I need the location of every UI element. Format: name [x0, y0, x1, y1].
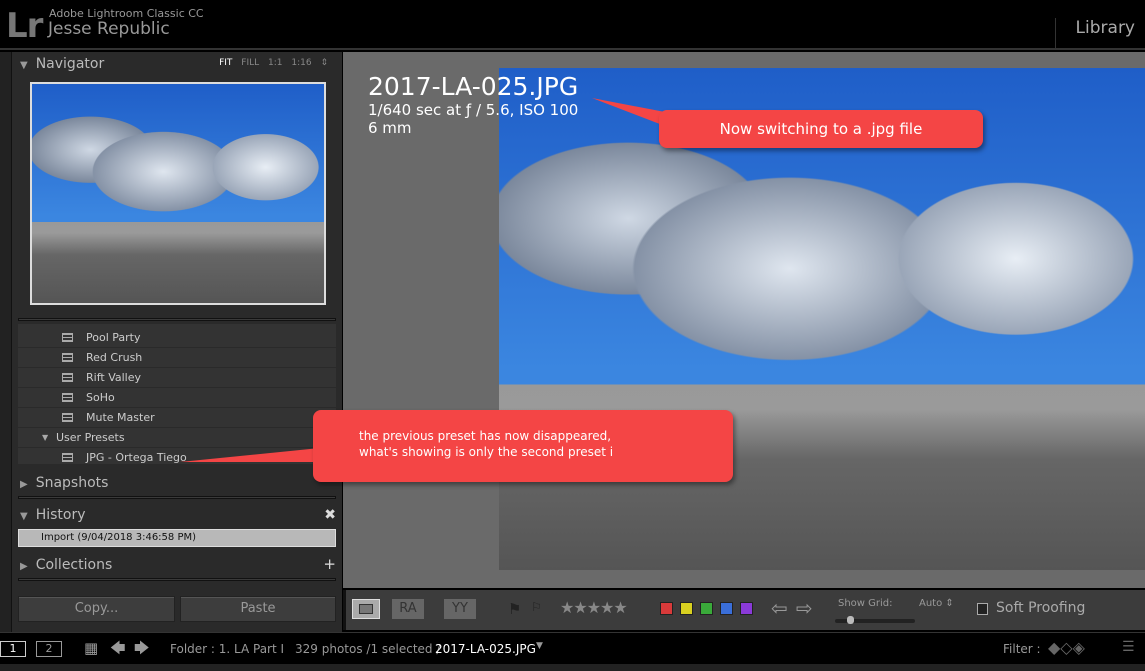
history-item[interactable]: Import (9/04/2018 3:46:58 PM)	[18, 529, 336, 547]
annotation-callout-1: Now switching to a .jpg file	[659, 110, 983, 148]
reject-flag-icon[interactable]: ⚐	[531, 600, 542, 614]
snapshots-title: Snapshots	[35, 475, 109, 491]
preset-label: JPG - Ortega Tiego	[86, 451, 187, 464]
filmstrip-bar: 1 2 ▦ 🡄 🡆 Folder : 1. LA Part I 329 phot…	[0, 632, 1145, 664]
preset-label: SoHo	[86, 391, 115, 404]
collections-title: Collections	[35, 557, 113, 573]
left-panel: ▼ Navigator FIT FILL 1:1 1:16 ⇕ Pool Part…	[12, 52, 342, 632]
color-label-purple[interactable]	[740, 602, 753, 615]
filter-flag-icons[interactable]: ◆◇◈	[1048, 638, 1085, 657]
soft-proofing-checkbox[interactable]	[977, 603, 988, 615]
survey-view-button[interactable]: YY	[444, 599, 476, 619]
preset-folder[interactable]: ▼ User Presets	[18, 428, 336, 448]
next-arrow-icon[interactable]: ⇨	[796, 596, 813, 620]
divider	[18, 578, 336, 581]
divider	[18, 318, 336, 321]
filter-label: Filter :	[1003, 642, 1041, 656]
toolbar: RA YY ⚑ ⚐ ★★★★★ ⇦ ⇨ Show Grid: Auto ⇕ So…	[343, 590, 1145, 630]
annotation-callout-2: the previous preset has now disappeared,…	[313, 410, 733, 482]
grid-view-icon[interactable]: ▦	[84, 639, 98, 657]
star-rating[interactable]: ★★★★★	[560, 598, 628, 617]
history-title: History	[35, 507, 86, 523]
navigator-title: Navigator	[35, 56, 105, 72]
collapse-triangle-icon: ▼	[20, 511, 28, 522]
left-panel-scrollbar[interactable]	[0, 52, 12, 632]
module-library[interactable]: Library	[1054, 18, 1135, 48]
snapshots-header[interactable]: ▶ Snapshots	[20, 475, 108, 491]
filter-settings-icon[interactable]: ☰	[1122, 639, 1135, 655]
previous-arrow-icon[interactable]: ⇦	[771, 596, 788, 620]
history-header[interactable]: ▼ History	[20, 507, 86, 523]
show-grid-select[interactable]: Auto ⇕	[919, 598, 954, 609]
preset-folder-label: User Presets	[56, 431, 125, 444]
expand-triangle-icon: ▼	[42, 433, 49, 442]
expand-triangle-icon: ▶	[20, 561, 28, 572]
exif-focal-length: 6 mm	[368, 119, 412, 137]
copy-button[interactable]: Copy...	[18, 596, 175, 622]
preset-item[interactable]: Red Crush	[18, 348, 336, 368]
current-file[interactable]: 2017-LA-025.JPG	[435, 642, 536, 656]
zoom-fit[interactable]: FIT	[219, 58, 232, 68]
slider-thumb[interactable]	[847, 616, 854, 624]
info-overlay: 2017-LA-025.JPG 1/640 sec at ƒ / 5.6, IS…	[368, 72, 578, 137]
preset-item[interactable]: SoHo	[18, 388, 336, 408]
preset-item[interactable]: Rift Valley	[18, 368, 336, 388]
color-label-yellow[interactable]	[680, 602, 693, 615]
preset-icon	[62, 333, 73, 342]
add-collection-icon[interactable]: +	[323, 555, 336, 573]
zoom-1-1[interactable]: 1:1	[268, 58, 282, 68]
preset-label: Red Crush	[86, 351, 143, 364]
filmstrip[interactable]	[0, 664, 1145, 671]
forward-arrow-icon[interactable]: 🡆	[134, 638, 150, 663]
top-bar: Lr Adobe Lightroom Classic CC Jesse Repu…	[0, 0, 1145, 50]
preset-icon	[62, 413, 73, 422]
navigator-zoom-options[interactable]: FIT FILL 1:1 1:16 ⇕	[219, 58, 328, 68]
preset-item[interactable]: Mute Master	[18, 408, 336, 428]
preset-icon	[62, 453, 73, 462]
clear-history-icon[interactable]: ✖	[324, 507, 336, 523]
preset-icon	[62, 393, 73, 402]
identity-plate: Jesse Republic	[48, 19, 170, 39]
navigator-preview[interactable]	[30, 82, 326, 305]
divider	[18, 496, 336, 499]
second-window-button[interactable]: 2	[36, 641, 62, 657]
loupe-view-button[interactable]	[352, 599, 380, 619]
grid-slider[interactable]	[835, 616, 915, 624]
folder-source[interactable]: Folder : 1. LA Part I	[170, 642, 284, 656]
presets-list: Pool Party Red Crush Rift Valley SoHo Mu…	[18, 324, 336, 468]
preset-label: Rift Valley	[86, 371, 141, 384]
zoom-fill[interactable]: FILL	[241, 58, 259, 68]
lightroom-logo: Lr	[6, 6, 43, 46]
flag-icon[interactable]: ⚑	[508, 600, 521, 618]
compare-view-button[interactable]: RA	[392, 599, 424, 619]
preset-label: Pool Party	[86, 331, 141, 344]
callout2-line1: the previous preset has now disappeared,	[359, 429, 612, 443]
collapse-triangle-icon: ▼	[20, 60, 28, 71]
photo-filename: 2017-LA-025.JPG	[368, 72, 579, 101]
expand-triangle-icon: ▶	[20, 479, 28, 490]
main-window-button[interactable]: 1	[0, 641, 26, 657]
zoom-1-16[interactable]: 1:16 ⇕	[291, 58, 328, 68]
back-arrow-icon[interactable]: 🡄	[110, 638, 126, 663]
preset-label: Mute Master	[86, 411, 155, 424]
callout2-line2: what's showing is only the second preset…	[359, 445, 614, 459]
soft-proofing-label: Soft Proofing	[996, 600, 1086, 616]
color-label-green[interactable]	[700, 602, 713, 615]
preset-item[interactable]: JPG - Ortega Tiego	[18, 448, 336, 468]
collections-header[interactable]: ▶ Collections	[20, 557, 112, 573]
preset-item[interactable]: Pool Party	[18, 328, 336, 348]
photo-count: 329 photos /1 selected /	[295, 642, 441, 656]
color-label-blue[interactable]	[720, 602, 733, 615]
show-grid-label: Show Grid:	[838, 598, 893, 609]
color-label-red[interactable]	[660, 602, 673, 615]
navigator-header[interactable]: ▼ Navigator	[20, 56, 104, 72]
paste-button[interactable]: Paste	[180, 596, 336, 622]
preset-icon	[62, 353, 73, 362]
exif-exposure: 1/640 sec at ƒ / 5.6, ISO 100	[368, 101, 579, 119]
preset-icon	[62, 373, 73, 382]
file-dropdown-icon[interactable]: ▼	[536, 641, 543, 651]
